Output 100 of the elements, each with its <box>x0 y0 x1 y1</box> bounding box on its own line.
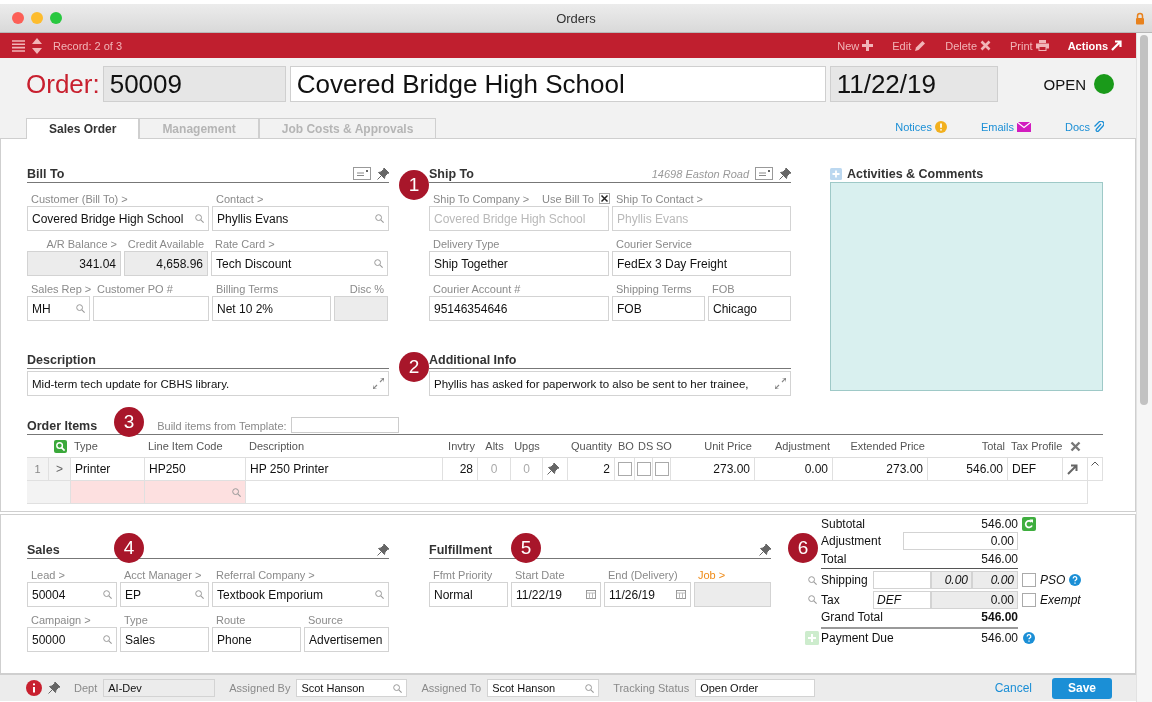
table-cell: 2 <box>568 458 615 481</box>
input-field[interactable] <box>334 296 388 321</box>
search-icon[interactable] <box>807 575 817 585</box>
input-field[interactable]: Textbook Emporium <box>212 582 389 607</box>
input-field[interactable]: Tech Discount <box>211 251 388 276</box>
tax-code-field[interactable]: DEF <box>873 590 931 609</box>
input-field[interactable]: Phone <box>212 627 301 652</box>
text-field[interactable]: Mid-term tech update for CBHS library. <box>27 371 389 396</box>
calendar-icon[interactable] <box>676 590 686 599</box>
table-cell: HP 250 Printer <box>246 458 443 481</box>
pin-icon[interactable] <box>779 167 791 180</box>
text-field[interactable]: Phyllis has asked for paperwork to also be sent to her trainee, <box>429 371 791 396</box>
checkbox[interactable] <box>636 462 651 476</box>
zoom-button[interactable] <box>50 12 62 24</box>
input-field[interactable]: EP <box>120 582 209 607</box>
shipping-cost-field[interactable]: 0.00 <box>931 571 972 590</box>
input-field[interactable]: 11/22/19 <box>511 582 601 607</box>
input-field[interactable] <box>694 582 771 607</box>
input-field[interactable]: 50004 <box>27 582 117 607</box>
input-field[interactable]: MH <box>27 296 90 321</box>
pin-icon[interactable] <box>48 682 60 694</box>
toolbar-button[interactable]: New <box>831 39 880 52</box>
field-label: FOB <box>712 282 735 295</box>
order-number-field[interactable]: 50009 <box>102 66 286 102</box>
help-icon[interactable] <box>1069 574 1082 587</box>
field-label: Customer PO # <box>97 282 173 295</box>
checkbox[interactable] <box>654 462 669 476</box>
input-field[interactable]: AI-Dev <box>103 679 216 697</box>
shipping-method-field[interactable] <box>873 571 931 590</box>
table-cell: 0 <box>511 458 543 481</box>
tab[interactable]: Sales Order <box>26 118 140 139</box>
lock-icon[interactable] <box>1135 12 1145 25</box>
order-date-field[interactable]: 11/22/19 <box>829 66 998 102</box>
input-field[interactable]: 4,658.96 <box>124 251 208 276</box>
search-icon[interactable] <box>807 595 817 605</box>
checkbox[interactable] <box>598 193 610 204</box>
input-field[interactable]: Scot Hanson <box>487 679 600 697</box>
toolbar-button[interactable]: Actions <box>1061 39 1128 52</box>
calendar-icon[interactable] <box>586 590 596 599</box>
input-field[interactable]: Phyllis Evans <box>212 206 389 231</box>
pin-icon[interactable] <box>377 543 389 556</box>
input-field[interactable]: Net 10 2% <box>212 296 331 321</box>
input-field[interactable]: Scot Hanson <box>296 679 408 697</box>
toolbar-button[interactable]: Delete <box>939 39 998 52</box>
toolbar-button[interactable]: Print <box>1004 39 1055 52</box>
adjustment-field[interactable]: 0.00 <box>903 532 1018 551</box>
input-field[interactable]: FedEx 3 Day Freight <box>612 251 791 276</box>
search-icon <box>232 487 241 497</box>
totals-label: Grand Total <box>821 610 884 625</box>
input-field[interactable]: Open Order <box>695 679 816 697</box>
field-label: Ship To Contact > <box>616 192 703 205</box>
save-button[interactable]: Save <box>1052 677 1112 699</box>
help-icon[interactable] <box>1023 632 1035 645</box>
input-field[interactable]: Ship Together <box>429 251 609 276</box>
input-field[interactable]: Covered Bridge High School <box>27 206 209 231</box>
up-down-arrows-icon[interactable] <box>32 37 42 54</box>
input-field[interactable]: 11/26/19 <box>604 582 691 607</box>
input-field[interactable]: Chicago <box>708 296 791 321</box>
card-icon[interactable] <box>755 167 773 180</box>
new-item-code-field[interactable] <box>145 481 246 504</box>
input-field[interactable]: Sales <box>120 627 209 652</box>
shipping-charge-field[interactable]: 0.00 <box>972 571 1018 590</box>
input-field[interactable]: 95146354646 <box>429 296 609 321</box>
customer-name-field[interactable]: Covered Bridge High School <box>289 66 826 102</box>
field-label: Referral Company > <box>216 568 315 581</box>
input-field[interactable]: 50000 <box>27 627 117 652</box>
checkbox[interactable] <box>617 462 632 476</box>
scroll-up-icon[interactable] <box>1091 461 1099 466</box>
expand-icon[interactable] <box>775 378 786 389</box>
checkbox-label: Exempt <box>1040 592 1082 607</box>
search-icon <box>195 214 204 223</box>
new-item-description-field[interactable] <box>246 481 1088 504</box>
field-label: Dept <box>74 682 98 694</box>
search-icon[interactable] <box>53 439 67 453</box>
arrow-icon[interactable] <box>1067 463 1078 475</box>
input-field[interactable]: FOB <box>612 296 705 321</box>
input-field[interactable] <box>93 296 209 321</box>
input-field[interactable]: 341.04 <box>27 251 121 276</box>
pin-icon[interactable] <box>759 543 771 556</box>
row-number: 1 <box>27 458 49 481</box>
refresh-icon[interactable] <box>1022 516 1036 531</box>
toolbar-button[interactable]: Edit <box>886 39 933 52</box>
delete-icon[interactable] <box>1070 440 1081 452</box>
menu-icon[interactable] <box>12 39 25 52</box>
tax-amount-field[interactable]: 0.00 <box>931 590 1018 609</box>
new-item-type-field[interactable] <box>71 481 145 504</box>
info-icon[interactable] <box>26 680 42 696</box>
checkbox[interactable] <box>1022 592 1036 607</box>
input-field[interactable] <box>290 417 399 433</box>
expand-toggle[interactable]: > <box>49 458 71 481</box>
close-button[interactable] <box>12 12 24 24</box>
scrollbar-thumb[interactable] <box>1140 35 1148 405</box>
add-icon[interactable] <box>830 167 842 180</box>
card-icon[interactable] <box>353 167 371 180</box>
checkbox[interactable] <box>1022 573 1036 588</box>
pin-icon[interactable] <box>547 463 559 475</box>
expand-icon[interactable] <box>373 378 384 389</box>
pin-icon[interactable] <box>377 167 389 180</box>
input-field[interactable]: Advertisemen <box>304 627 389 652</box>
input-field[interactable]: Normal <box>429 582 508 607</box>
